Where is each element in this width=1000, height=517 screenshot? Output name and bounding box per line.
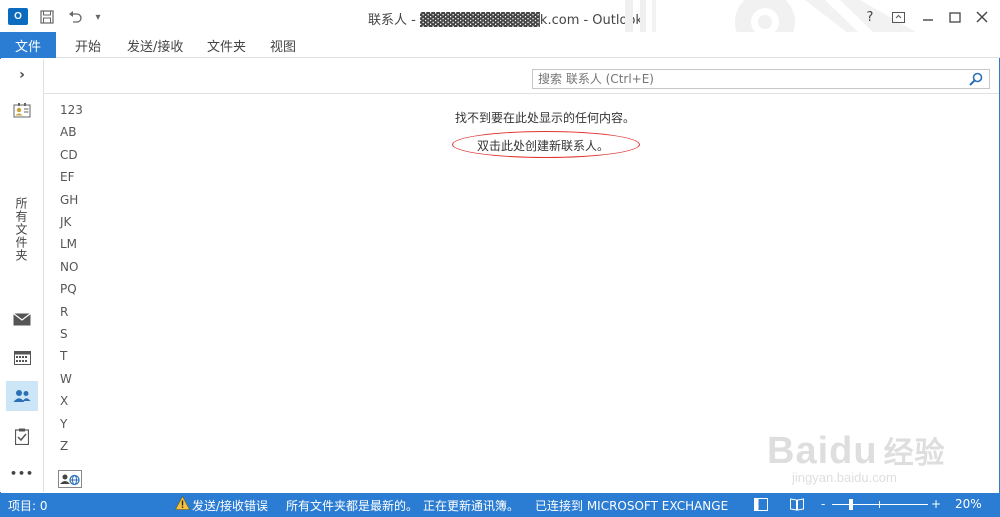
reading-view-icon[interactable] <box>790 498 804 514</box>
index-letter[interactable]: X <box>60 394 68 408</box>
tab-home[interactable]: 开始 <box>75 32 101 58</box>
tab-send-receive[interactable]: 发送/接收 <box>127 32 183 58</box>
index-letter[interactable]: 123 <box>60 103 83 117</box>
title-bar: O ▾ 联系人 - ▓▓▓▓▓▓▓▓▓▓▓▓k.com - Outlook ? <box>0 0 1000 58</box>
index-letter[interactable]: GH <box>60 193 78 207</box>
expand-folder-pane-button[interactable]: › <box>0 65 44 85</box>
mail-icon[interactable] <box>0 308 44 330</box>
tab-view[interactable]: 视图 <box>270 32 296 58</box>
search-icon[interactable] <box>969 72 983 86</box>
ribbon-tabs: 文件 开始 发送/接收 文件夹 视图 <box>0 32 1000 58</box>
outlook-app-icon[interactable]: O <box>8 8 28 25</box>
index-letter[interactable]: T <box>60 349 67 363</box>
customize-qat-icon[interactable]: ▾ <box>92 9 104 25</box>
folder-pane-collapsed: › 所有文件夹 ••• <box>0 59 44 492</box>
contact-card-icon[interactable] <box>0 99 44 121</box>
save-icon[interactable] <box>38 9 56 25</box>
index-letter[interactable]: Z <box>60 439 68 453</box>
zoom-slider[interactable] <box>832 499 928 510</box>
help-icon[interactable]: ? <box>860 8 880 26</box>
zoom-in-button[interactable]: + <box>931 497 941 511</box>
index-letter[interactable]: W <box>60 372 72 386</box>
index-letter[interactable]: JK <box>60 215 71 229</box>
normal-view-icon[interactable] <box>754 498 768 514</box>
calendar-icon[interactable] <box>0 347 44 369</box>
status-bar: 项目: 0 发送/接收错误 所有文件夹都是最新的。 正在更新通讯簿。 已连接到 … <box>0 493 1000 517</box>
empty-view-message: 找不到要在此处显示的任何内容。 <box>455 111 636 125</box>
folders-status: 所有文件夹都是最新的。 <box>286 499 419 513</box>
search-box <box>532 69 990 89</box>
index-letter[interactable]: EF <box>60 170 74 184</box>
index-letter[interactable]: CD <box>60 148 78 162</box>
item-count: 项目: 0 <box>8 499 48 513</box>
separator <box>44 93 999 94</box>
index-letter[interactable]: R <box>60 305 68 319</box>
more-navigation-icon[interactable]: ••• <box>0 463 44 483</box>
connection-status[interactable]: 已连接到 MICROSOFT EXCHANGE <box>535 497 728 514</box>
zoom-level[interactable]: 20% <box>955 497 982 511</box>
index-letter[interactable]: S <box>60 327 68 341</box>
address-book-icon[interactable] <box>58 470 82 488</box>
index-letter[interactable]: NO <box>60 260 78 274</box>
ribbon-display-icon[interactable] <box>888 8 908 26</box>
tab-folder[interactable]: 文件夹 <box>207 32 246 58</box>
tab-file[interactable]: 文件 <box>0 32 56 58</box>
close-icon[interactable] <box>972 8 992 26</box>
people-icon[interactable] <box>6 381 38 411</box>
maximize-icon[interactable] <box>945 8 965 26</box>
index-letter[interactable]: AB <box>60 125 76 139</box>
tasks-icon[interactable] <box>0 425 44 447</box>
index-letter[interactable]: Y <box>60 417 67 431</box>
all-folders-label[interactable]: 所有文件夹 <box>14 197 30 262</box>
index-letter[interactable]: PQ <box>60 282 77 296</box>
index-letter[interactable]: LM <box>60 237 77 251</box>
search-input[interactable] <box>533 70 963 88</box>
address-book-status: 正在更新通讯簿。 <box>423 499 520 513</box>
zoom-out-button[interactable]: - <box>821 497 825 511</box>
watermark-url: jingyan.baidu.com <box>792 470 897 485</box>
warning-icon <box>174 495 191 513</box>
undo-icon[interactable] <box>66 9 84 25</box>
create-contact-hint[interactable]: 双击此处创建新联系人。 <box>477 137 609 154</box>
minimize-icon[interactable] <box>918 8 938 26</box>
send-receive-error[interactable]: 发送/接收错误 <box>192 497 268 514</box>
zoom-slider-thumb[interactable] <box>849 499 853 510</box>
watermark-logo: Baidu 经验 <box>767 430 946 472</box>
